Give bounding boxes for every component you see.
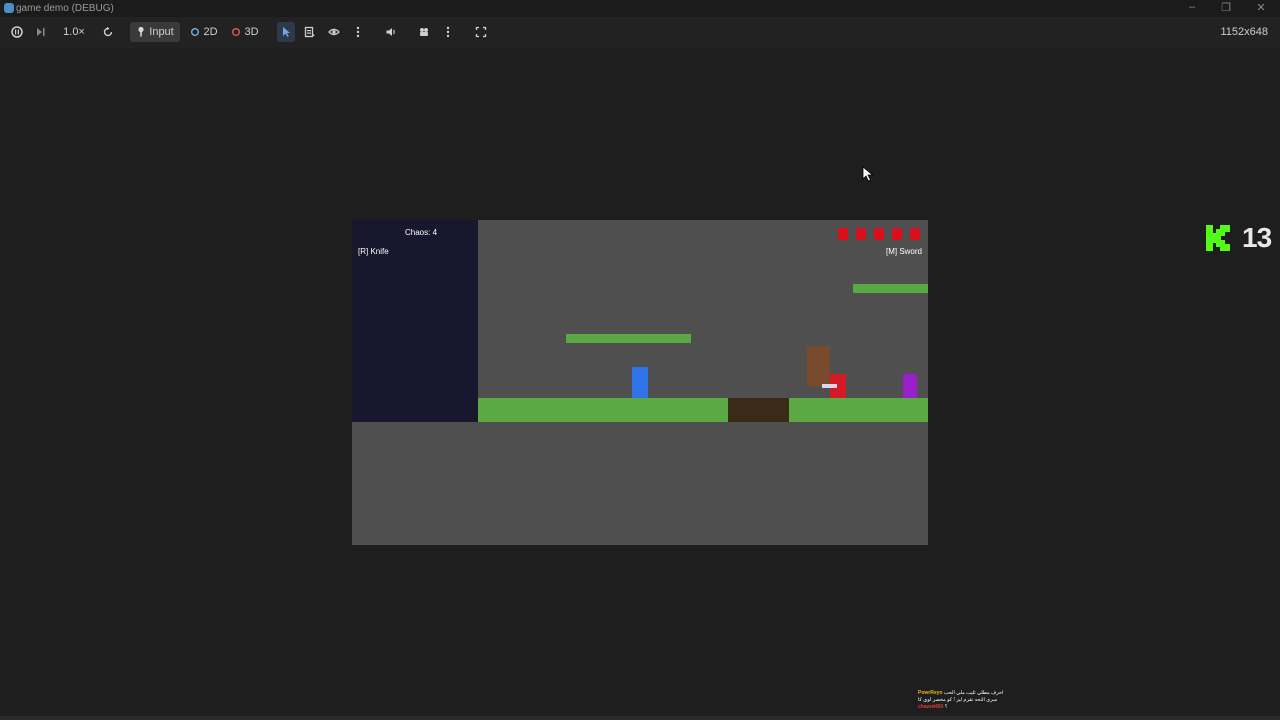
chat-username: PowrReyo <box>918 690 943 696</box>
speaker-icon <box>386 28 395 36</box>
chat-message: سرى التحه تقرم ليز ! كو مخصر لوي كا <box>918 697 998 703</box>
floating-platform <box>566 334 691 343</box>
pit-hazard <box>728 398 789 422</box>
3d-circle-icon <box>232 28 241 36</box>
fullscreen-icon <box>475 26 487 38</box>
list-select-icon <box>304 26 315 38</box>
mode-3d-label: 3D <box>244 26 259 38</box>
select-mode-button[interactable] <box>277 22 295 42</box>
suspend-button[interactable] <box>8 22 26 42</box>
debug-toolbar: 1.0× Input 2D 3D 1152x648 <box>0 17 1280 48</box>
eye-icon <box>328 28 340 36</box>
purple-enemy <box>903 374 917 398</box>
camera-options-button[interactable] <box>440 22 456 42</box>
window-titlebar: game demo (DEBUG) – ❐ ✕ <box>0 0 1280 17</box>
right-weapon-label: [M] Sword <box>885 247 922 256</box>
kick-viewer-count: 13 <box>1242 222 1272 253</box>
wooden-crate <box>807 346 830 386</box>
pointer-icon <box>283 27 290 37</box>
list-mode-button[interactable] <box>301 22 319 42</box>
health-heart <box>838 228 848 240</box>
window-title: game demo (DEBUG) <box>16 3 114 14</box>
step-forward-icon <box>37 28 45 36</box>
chat-username: chazed450 <box>918 704 944 710</box>
input-button[interactable]: Input <box>130 22 180 42</box>
player-character <box>632 367 648 398</box>
chat-line: chazed450 ؟ <box>918 704 1058 711</box>
restore-icon[interactable]: ❐ <box>1218 1 1234 14</box>
reset-icon <box>103 26 113 37</box>
2d-circle-icon <box>191 28 200 36</box>
health-heart <box>856 228 866 240</box>
pause-icon <box>11 26 23 38</box>
close-icon[interactable]: ✕ <box>1253 1 1269 14</box>
visibility-button[interactable] <box>325 22 343 42</box>
mode-3d-button[interactable]: 3D <box>228 22 262 42</box>
speed-selector[interactable]: 1.0× <box>58 22 90 42</box>
game-viewport[interactable]: Chaos: 4 [R] Knife [M] Sword <box>352 220 928 545</box>
next-frame-button[interactable] <box>32 22 50 42</box>
kick-viewer-overlay: 13 <box>1204 222 1272 254</box>
ground-left <box>478 398 728 422</box>
embed-toggle-button[interactable] <box>472 22 490 42</box>
mode-2d-label: 2D <box>203 26 218 38</box>
joystick-icon <box>138 26 144 37</box>
kick-logo-icon <box>1206 225 1230 251</box>
chat-line: سرى التحه تقرم ليز ! كو مخصر لوي كا <box>918 697 1058 704</box>
chat-message: احرف مطلي ثليب ملي الحب <box>943 690 1004 696</box>
kebab-icon <box>446 26 450 38</box>
mute-button[interactable] <box>382 22 400 42</box>
health-heart <box>910 228 920 240</box>
health-heart <box>874 228 884 240</box>
resolution-label: 1152x648 <box>1220 26 1268 38</box>
camera-override-button[interactable] <box>415 22 433 42</box>
more-options-button[interactable] <box>350 22 366 42</box>
input-label: Input <box>149 26 174 38</box>
chaos-counter: Chaos: 4 <box>405 228 438 237</box>
ground-right <box>789 398 928 422</box>
upper-right-platform <box>853 284 928 293</box>
chat-line: PowrReyo احرف مطلي ثليب ملي الحب <box>918 690 1058 697</box>
mouse-cursor-icon <box>862 166 874 182</box>
camera-icon <box>420 28 428 36</box>
kebab-icon <box>356 26 360 38</box>
minimize-icon[interactable]: – <box>1184 1 1200 13</box>
stream-chat-overlay: PowrReyo احرف مطلي ثليب ملي الحب سرى الت… <box>918 690 1058 711</box>
reset-speed-button[interactable] <box>99 22 117 42</box>
godot-icon <box>4 3 14 13</box>
health-heart <box>892 228 902 240</box>
left-weapon-label: [R] Knife <box>358 247 389 256</box>
taskbar-strip <box>0 716 1280 720</box>
mode-2d-button[interactable]: 2D <box>187 22 221 42</box>
enemy-knife <box>822 384 837 388</box>
chat-message: ؟ <box>944 704 948 710</box>
